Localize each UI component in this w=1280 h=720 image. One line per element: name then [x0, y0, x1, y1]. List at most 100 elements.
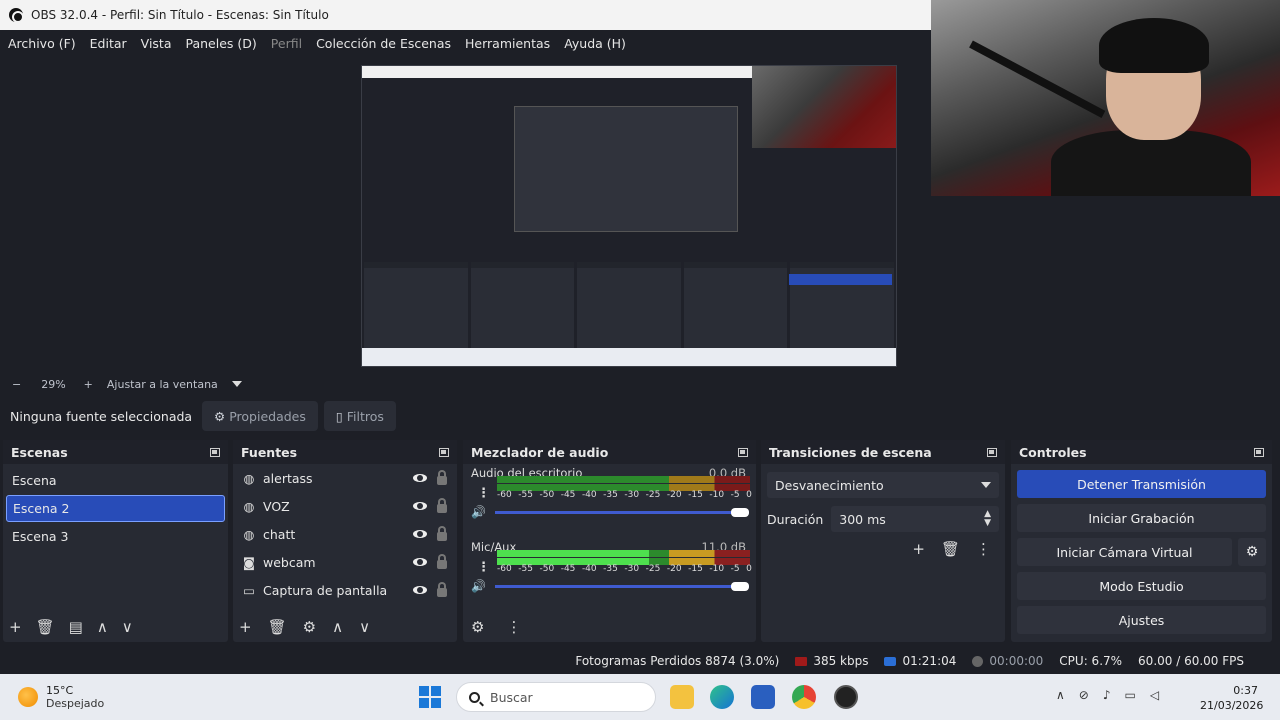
visibility-eye-icon[interactable]	[413, 530, 427, 538]
scene-filters-icon[interactable]: ▤	[69, 618, 83, 636]
menu-coleccion-escenas[interactable]: Colección de Escenas	[316, 36, 451, 51]
record-time: 00:00:00	[989, 654, 1044, 668]
volume-slider-handle[interactable]	[731, 581, 749, 591]
nested-titlebar	[362, 66, 752, 78]
undock-icon[interactable]	[210, 447, 220, 457]
scale-tick: -45	[560, 564, 576, 574]
advanced-audio-gear-icon[interactable]: ⚙	[471, 618, 484, 636]
visibility-eye-icon[interactable]	[413, 586, 427, 594]
mixer-title: Mezclador de audio	[471, 444, 609, 460]
source-item-captura[interactable]: ▭ Captura de pantalla	[233, 576, 457, 604]
visibility-eye-icon[interactable]	[413, 558, 427, 566]
source-item-alertass[interactable]: ◍ alertass	[233, 464, 457, 492]
sources-footer: + 🗑 ⚙ ∧ ∨	[233, 612, 457, 642]
network-off-icon[interactable]: ⊘	[1079, 688, 1089, 702]
store-icon[interactable]	[751, 685, 775, 709]
visibility-eye-icon[interactable]	[413, 474, 427, 482]
lock-icon[interactable]	[437, 553, 447, 569]
trash-icon[interactable]: 🗑	[941, 540, 960, 558]
bitrate-value: 385 kbps	[813, 654, 869, 668]
volume-slider[interactable]	[495, 510, 749, 514]
menu-editar[interactable]: Editar	[90, 36, 127, 51]
lock-icon[interactable]	[437, 581, 447, 597]
lock-icon[interactable]	[437, 525, 447, 541]
scale-tick: -35	[603, 564, 618, 574]
settings-button[interactable]: Ajustes	[1017, 606, 1266, 634]
chrome-icon[interactable]	[792, 685, 816, 709]
add-scene-icon[interactable]: +	[9, 618, 22, 636]
transition-menu-icon[interactable]: ⋮	[976, 540, 991, 558]
undock-icon[interactable]	[439, 447, 449, 457]
menu-archivo[interactable]: Archivo (F)	[8, 36, 76, 51]
move-down-icon[interactable]: ∨	[122, 618, 133, 636]
add-source-icon[interactable]: +	[239, 618, 252, 636]
menu-ayuda[interactable]: Ayuda (H)	[564, 36, 626, 51]
transitions-body: Desvanecimiento Duración 300 ms ▲ ▼ + 🗑 ⋮	[761, 464, 1005, 612]
speaker-icon[interactable]: 🔊	[471, 505, 486, 519]
scene-item[interactable]: Escena 3	[6, 523, 225, 550]
chevron-up-icon[interactable]: ∧	[1056, 688, 1065, 702]
start-virtual-cam-button[interactable]: Iniciar Cámara Virtual	[1017, 538, 1232, 566]
preview-canvas[interactable]	[361, 65, 897, 367]
volume-slider-handle[interactable]	[731, 507, 749, 517]
zoom-dropdown-icon[interactable]	[231, 381, 242, 387]
scene-item-selected[interactable]: Escena 2	[6, 495, 225, 522]
studio-mode-button[interactable]: Modo Estudio	[1017, 572, 1266, 600]
trash-icon[interactable]: 🗑	[36, 618, 55, 636]
move-up-icon[interactable]: ∧	[97, 618, 108, 636]
undock-icon[interactable]	[987, 447, 997, 457]
gear-icon[interactable]: ⚙	[303, 618, 316, 636]
edge-icon[interactable]	[710, 685, 734, 709]
menu-herramientas[interactable]: Herramientas	[465, 36, 550, 51]
undock-icon[interactable]	[1254, 447, 1264, 457]
weather-temp: 15°C	[46, 684, 74, 697]
source-item-webcam[interactable]: ◙ webcam	[233, 548, 457, 576]
move-down-icon[interactable]: ∨	[359, 618, 370, 636]
scene-item[interactable]: Escena	[6, 467, 225, 494]
obs-taskbar-icon[interactable]	[834, 685, 858, 709]
speaker-icon[interactable]: 🔊	[471, 579, 486, 593]
filters-button[interactable]: ▯ Filtros	[323, 401, 396, 431]
visibility-eye-icon[interactable]	[413, 502, 427, 510]
mixer-channel-mic: Mic/Aux 11.0 dB ⋮ -60 -55 -50 -45 -40 -3…	[463, 538, 756, 612]
gear-icon[interactable]: ⚙	[1238, 538, 1266, 566]
properties-button[interactable]: ⚙ Propiedades	[202, 401, 318, 431]
spin-arrows-icon[interactable]: ▲ ▼	[984, 510, 991, 528]
stop-stream-button[interactable]: Detener Transmisión	[1017, 470, 1266, 498]
weather-widget[interactable]: 15°C Despejado	[18, 684, 104, 710]
source-item-chatt[interactable]: ◍ chatt	[233, 520, 457, 548]
add-transition-icon[interactable]: +	[912, 540, 925, 558]
lock-icon[interactable]	[437, 497, 447, 513]
trash-icon[interactable]: 🗑	[268, 618, 287, 636]
file-explorer-icon[interactable]	[670, 685, 694, 709]
microphone-icon[interactable]: ♪	[1103, 688, 1111, 702]
windows-start-icon[interactable]	[419, 686, 441, 708]
display-icon[interactable]: ▭	[1125, 688, 1136, 702]
sources-dock-title: Fuentes	[233, 440, 457, 464]
lock-icon[interactable]	[437, 469, 447, 485]
source-label: chatt	[263, 526, 296, 542]
zoom-out-button[interactable]: −	[12, 378, 21, 391]
taskbar-search[interactable]: Buscar	[456, 682, 656, 712]
volume-slider[interactable]	[495, 584, 749, 588]
transition-select[interactable]: Desvanecimiento	[767, 472, 999, 498]
start-recording-button[interactable]: Iniciar Grabación	[1017, 504, 1266, 532]
virtual-cam-row: Iniciar Cámara Virtual ⚙	[1017, 538, 1266, 566]
search-icon	[469, 691, 480, 703]
volume-icon[interactable]: ◁	[1150, 688, 1159, 702]
webcam-feed[interactable]	[931, 0, 1280, 196]
taskbar-clock[interactable]: 0:37 21/03/2026	[1200, 683, 1263, 713]
channel-menu-icon[interactable]: ⋮	[477, 486, 490, 501]
mixer-menu-icon[interactable]: ⋮	[506, 618, 521, 636]
source-item-voz[interactable]: ◍ VOZ	[233, 492, 457, 520]
person-hair	[1099, 18, 1209, 73]
undock-icon[interactable]	[738, 447, 748, 457]
duration-spinbox[interactable]: 300 ms ▲ ▼	[831, 506, 999, 532]
menu-paneles[interactable]: Paneles (D)	[186, 36, 257, 51]
zoom-in-button[interactable]: +	[84, 378, 93, 391]
camera-icon: ◙	[242, 554, 256, 570]
menu-vista[interactable]: Vista	[141, 36, 172, 51]
move-up-icon[interactable]: ∧	[332, 618, 343, 636]
channel-menu-icon[interactable]: ⋮	[477, 560, 490, 575]
search-placeholder: Buscar	[490, 689, 533, 705]
